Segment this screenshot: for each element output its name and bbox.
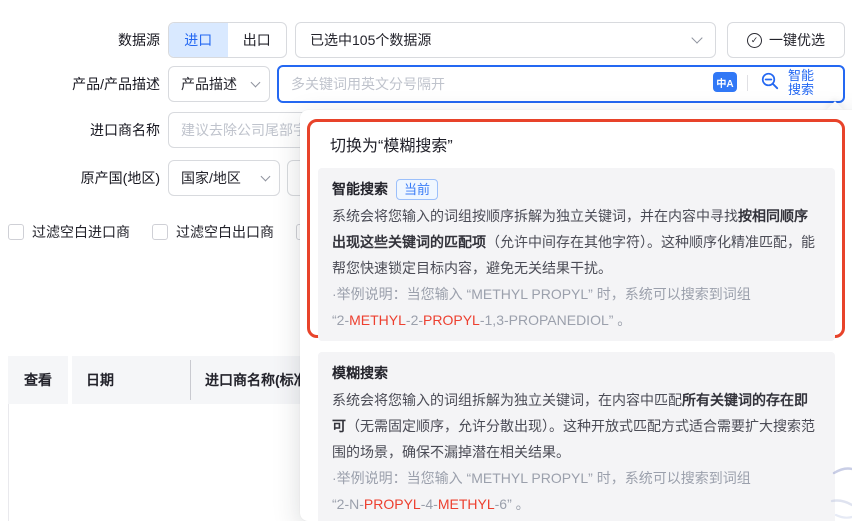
product-type-select[interactable]: 产品描述	[168, 66, 270, 102]
tab-import[interactable]: 进口	[169, 23, 228, 57]
tab-export[interactable]: 出口	[228, 23, 287, 57]
popover-title: 切换为“模糊搜索”	[330, 138, 453, 155]
datasource-select-value: 已选中105个数据源	[310, 32, 432, 48]
fuzzy-section-title: 模糊搜索	[332, 365, 388, 381]
keyword-input[interactable]	[291, 69, 711, 99]
smart-section-example: ·举例说明：当您输入 “METHYL PROPYL” 时，系统可以搜索到词组 “2…	[332, 286, 751, 328]
table-header-view-label: 查看	[24, 372, 52, 388]
importer-name-label: 进口商名称	[90, 122, 160, 138]
input-divider	[747, 75, 748, 91]
filter-blank-importer-checkbox[interactable]	[8, 224, 24, 240]
fuzzy-search-section[interactable]: 模糊搜索 系统会将您输入的词组拆解为独立关键词，在内容中匹配所有关键词的存在即可…	[318, 352, 835, 521]
current-badge: 当前	[396, 178, 439, 200]
trade-search-page: 数据源 进口 出口 已选中105个数据源 ✓ 一键优选 产品/产品描述 产品描述…	[0, 0, 852, 521]
filter-blank-exporter-label: 过滤空白出口商	[176, 224, 274, 240]
smart-search-link[interactable]: 智能 搜索	[788, 69, 814, 97]
smart-search-section: 智能搜索 当前 系统会将您输入的词组按顺序拆解为独立关键词，并在内容中寻找按相同…	[318, 168, 835, 341]
table-header-view: 查看	[8, 356, 68, 404]
import-export-toggle: 进口 出口	[168, 22, 287, 58]
table-header-date-label: 日期	[86, 372, 114, 388]
search-mode-popover: 切换为“模糊搜索” 智能搜索 当前 系统会将您输入的词组按顺序拆解为独立关键词，…	[300, 110, 852, 521]
smart-search-link-line1: 智能	[788, 68, 815, 83]
country-select-value: 国家/地区	[181, 170, 241, 186]
circle-check-icon: ✓	[747, 32, 762, 48]
column-divider	[190, 360, 191, 400]
chevron-down-icon	[691, 32, 703, 44]
filter-blank-importer-label: 过滤空白进口商	[32, 224, 130, 240]
smart-section-desc: 系统会将您输入的词组按顺序拆解为独立关键词，并在内容中寻找按相同顺序出现这些关键…	[332, 208, 815, 276]
datasource-select[interactable]: 已选中105个数据源	[295, 22, 716, 58]
chevron-down-icon	[260, 171, 271, 181]
smart-section-title: 智能搜索	[332, 181, 388, 197]
filter-blank-exporter-checkbox[interactable]	[152, 224, 168, 240]
datasource-label: 数据源	[118, 32, 160, 48]
fuzzy-section-desc: 系统会将您输入的词组拆解为独立关键词，在内容中匹配所有关键词的存在即可（无需固定…	[332, 392, 815, 460]
translate-icon[interactable]: 中A	[713, 72, 737, 92]
one-click-optimize-button[interactable]: ✓ 一键优选	[727, 22, 845, 58]
product-label: 产品/产品描述	[72, 76, 160, 92]
product-type-select-value: 产品描述	[181, 76, 237, 92]
country-select[interactable]: 国家/地区	[168, 160, 280, 196]
table-header-importer-label: 进口商名称(标准	[205, 372, 308, 388]
floating-widget-partial-icon[interactable]	[830, 455, 852, 521]
fuzzy-section-example: ·举例说明：当您输入 “METHYL PROPYL” 时，系统可以搜索到词组 “2…	[332, 470, 751, 512]
smart-search-link-line2: 搜索	[788, 82, 815, 97]
origin-country-label: 原产国(地区)	[80, 170, 160, 186]
optimize-button-label: 一键优选	[769, 32, 825, 48]
smart-search-icon[interactable]	[760, 71, 781, 92]
chevron-down-icon	[250, 77, 261, 87]
